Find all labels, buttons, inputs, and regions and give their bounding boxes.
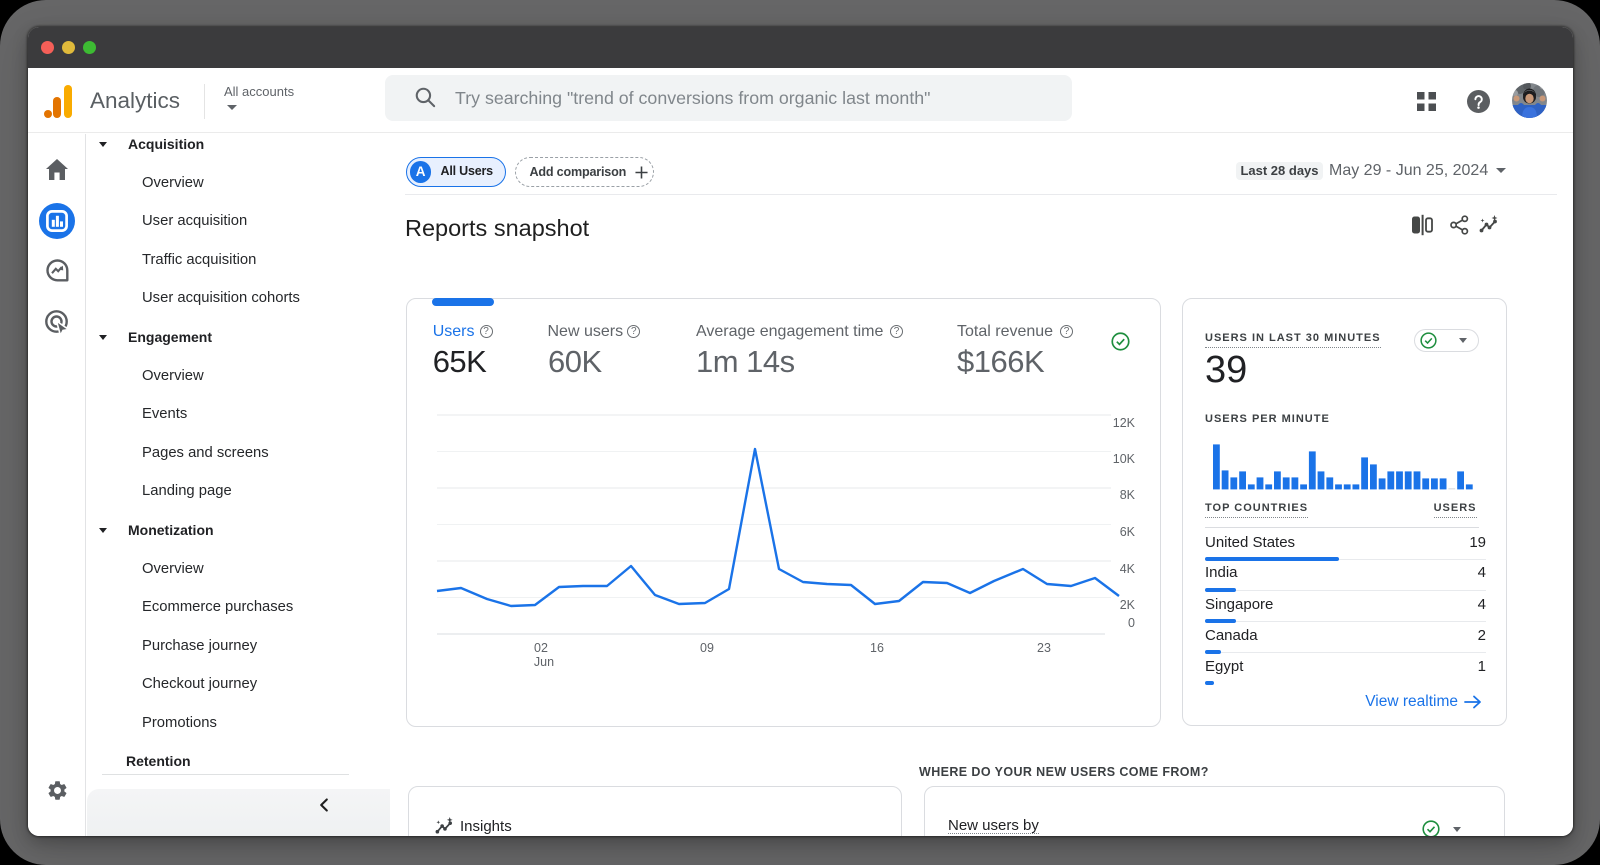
- svg-text:8K: 8K: [1120, 488, 1136, 502]
- svg-text:4K: 4K: [1120, 562, 1136, 576]
- svg-text:02: 02: [534, 641, 548, 655]
- svg-text:0: 0: [1128, 616, 1135, 630]
- svg-text:Jun: Jun: [534, 655, 554, 669]
- svg-text:6K: 6K: [1120, 525, 1136, 539]
- svg-text:09: 09: [700, 641, 714, 655]
- svg-text:23: 23: [1037, 641, 1051, 655]
- svg-text:16: 16: [870, 641, 884, 655]
- svg-text:12K: 12K: [1113, 416, 1136, 430]
- svg-text:2K: 2K: [1120, 598, 1136, 612]
- svg-text:10K: 10K: [1113, 452, 1136, 466]
